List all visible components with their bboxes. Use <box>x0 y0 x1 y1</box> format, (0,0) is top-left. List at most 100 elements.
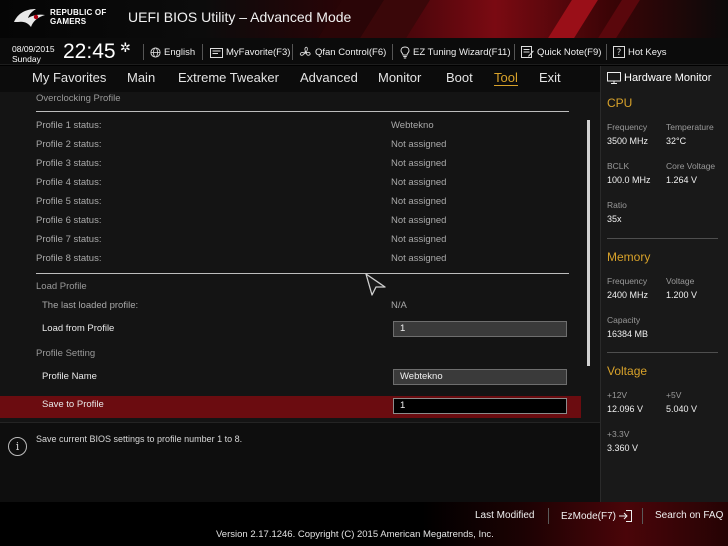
profile-status-label: Profile 6 status: <box>36 215 102 226</box>
profile-setting-title: Profile Setting <box>36 348 96 359</box>
cpu-bclk-value: 100.0 MHz <box>607 175 651 185</box>
menu-exit[interactable]: Exit <box>539 70 561 85</box>
profile-status-value: Webtekno <box>391 120 434 131</box>
app-title: UEFI BIOS Utility – Advanced Mode <box>128 9 352 25</box>
clock-time: 22:45 <box>63 40 116 63</box>
profile-status-value: Not assigned <box>391 234 447 245</box>
profile-status-value: Not assigned <box>391 215 447 226</box>
toolbar-divider <box>202 44 203 60</box>
profile-status-value: Not assigned <box>391 139 447 150</box>
toolbar-divider <box>143 44 144 60</box>
profile-name-label: Profile Name <box>42 371 97 382</box>
last-modified-button[interactable]: Last Modified <box>475 510 534 521</box>
last-loaded-profile-label: The last loaded profile: <box>42 300 139 311</box>
memory-capacity-label: Capacity <box>607 315 641 325</box>
toolbar-divider <box>606 44 607 60</box>
title-bar-stripe <box>548 0 598 38</box>
ez-tuning-wizard-button[interactable]: EZ Tuning Wizard(F11) <box>400 44 511 60</box>
rog-logo-icon <box>14 9 45 27</box>
menu-main[interactable]: Main <box>127 70 155 85</box>
save-to-profile-input[interactable]: 1 <box>393 398 567 414</box>
settings-content: Overclocking Profile Profile 1 status: W… <box>0 92 586 422</box>
hw-divider <box>607 238 718 239</box>
gear-icon[interactable]: ✲ <box>120 40 131 56</box>
voltage-5v-value: 5.040 V <box>666 404 698 414</box>
toolbar-divider <box>514 44 515 60</box>
profile-status-label: Profile 5 status: <box>36 196 102 207</box>
profile-name-input[interactable]: Webtekno <box>393 369 567 385</box>
toolbar-divider <box>292 44 293 60</box>
memory-voltage-label: Voltage <box>666 276 695 286</box>
menu-monitor[interactable]: Monitor <box>378 70 421 85</box>
date-display: 08/09/2015 Sunday <box>12 44 55 64</box>
memory-frequency-value: 2400 MHz <box>607 290 649 300</box>
memory-voltage-value: 1.200 V <box>666 290 698 300</box>
quick-note-label: Quick Note(F9) <box>537 46 602 58</box>
info-bar: 08/09/2015 Sunday 22:45 ✲ English MyFavo… <box>0 38 728 65</box>
bottom-divider <box>642 508 643 524</box>
menu-boot[interactable]: Boot <box>446 70 473 85</box>
day-text: Sunday <box>12 54 41 64</box>
brand-line-2: GAMERS <box>50 17 87 26</box>
profile-status-label: Profile 3 status: <box>36 158 102 169</box>
hardware-monitor-panel: Hardware Monitor CPU Frequency 3500 MHz … <box>600 66 728 502</box>
cpu-ratio-value: 35x <box>607 214 622 224</box>
profile-status-label: Profile 1 status: <box>36 120 102 131</box>
last-loaded-profile-value: N/A <box>391 300 407 311</box>
profile-status-value: Not assigned <box>391 196 447 207</box>
menu-advanced[interactable]: Advanced <box>300 70 358 85</box>
menu-extreme-tweaker[interactable]: Extreme Tweaker <box>178 70 279 85</box>
memory-frequency-label: Frequency <box>607 276 648 286</box>
lightbulb-icon <box>400 45 410 58</box>
profile-status-value: Not assigned <box>391 158 447 169</box>
profile-status-value: Not assigned <box>391 253 447 264</box>
cpu-frequency-label: Frequency <box>607 122 648 132</box>
hot-keys-button[interactable]: ? Hot Keys <box>613 44 667 60</box>
profile-status-label: Profile 2 status: <box>36 139 102 150</box>
ezmode-label: EzMode(F7) <box>561 510 617 522</box>
load-from-profile-input[interactable]: 1 <box>393 321 567 337</box>
main-menu-bar: My Favorites Main Extreme Tweaker Advanc… <box>0 66 600 92</box>
profile-status-value: Not assigned <box>391 177 447 188</box>
my-favorite-button[interactable]: MyFavorite(F3) <box>210 44 290 60</box>
load-from-profile-label: Load from Profile <box>42 323 115 334</box>
load-profile-title: Load Profile <box>36 281 87 292</box>
quick-note-button[interactable]: Quick Note(F9) <box>521 44 601 60</box>
voltage-12v-value: 12.096 V <box>607 404 644 414</box>
ezmode-button[interactable]: EzMode(F7) <box>561 510 633 522</box>
voltage-3v3-label: +3.3V <box>607 429 630 439</box>
cpu-ratio-label: Ratio <box>607 200 627 210</box>
save-to-profile-label: Save to Profile <box>42 399 104 410</box>
search-on-faq-button[interactable]: Search on FAQ <box>655 510 723 521</box>
profile-status-label: Profile 8 status: <box>36 253 102 264</box>
last-modified-label: Last Modified <box>475 510 535 521</box>
exit-arrow-icon <box>619 510 633 522</box>
globe-icon <box>150 46 161 58</box>
search-on-faq-label: Search on FAQ <box>655 510 724 521</box>
hot-keys-label: Hot Keys <box>628 46 667 58</box>
note-icon <box>521 46 534 58</box>
cpu-bclk-label: BCLK <box>607 161 630 171</box>
language-button[interactable]: English <box>150 44 195 60</box>
menu-tool[interactable]: Tool <box>494 70 518 86</box>
bottom-divider <box>548 508 549 524</box>
language-label: English <box>164 46 196 58</box>
profile-status-label: Profile 7 status: <box>36 234 102 245</box>
menu-my-favorites[interactable]: My Favorites <box>32 70 106 85</box>
hardware-monitor-label: Hardware Monitor <box>624 72 712 84</box>
ez-tuning-wizard-label: EZ Tuning Wizard(F11) <box>413 46 511 58</box>
section-divider <box>36 273 569 274</box>
cpu-temperature-value: 32°C <box>666 136 687 146</box>
memory-section-title: Memory <box>607 250 651 264</box>
cpu-core-voltage-value: 1.264 V <box>666 175 698 185</box>
voltage-section-title: Voltage <box>607 364 648 378</box>
bottom-bar: Last Modified EzMode(F7) Search on FAQ V… <box>0 502 728 546</box>
section-divider <box>36 111 569 112</box>
profile-status-label: Profile 4 status: <box>36 177 102 188</box>
date-text: 08/09/2015 <box>12 44 55 54</box>
qfan-control-label: Qfan Control(F6) <box>315 46 387 58</box>
qfan-control-button[interactable]: Qfan Control(F6) <box>299 44 386 60</box>
fan-icon <box>299 46 311 56</box>
memory-capacity-value: 16384 MB <box>607 329 649 339</box>
scrollbar-thumb[interactable] <box>587 120 590 366</box>
